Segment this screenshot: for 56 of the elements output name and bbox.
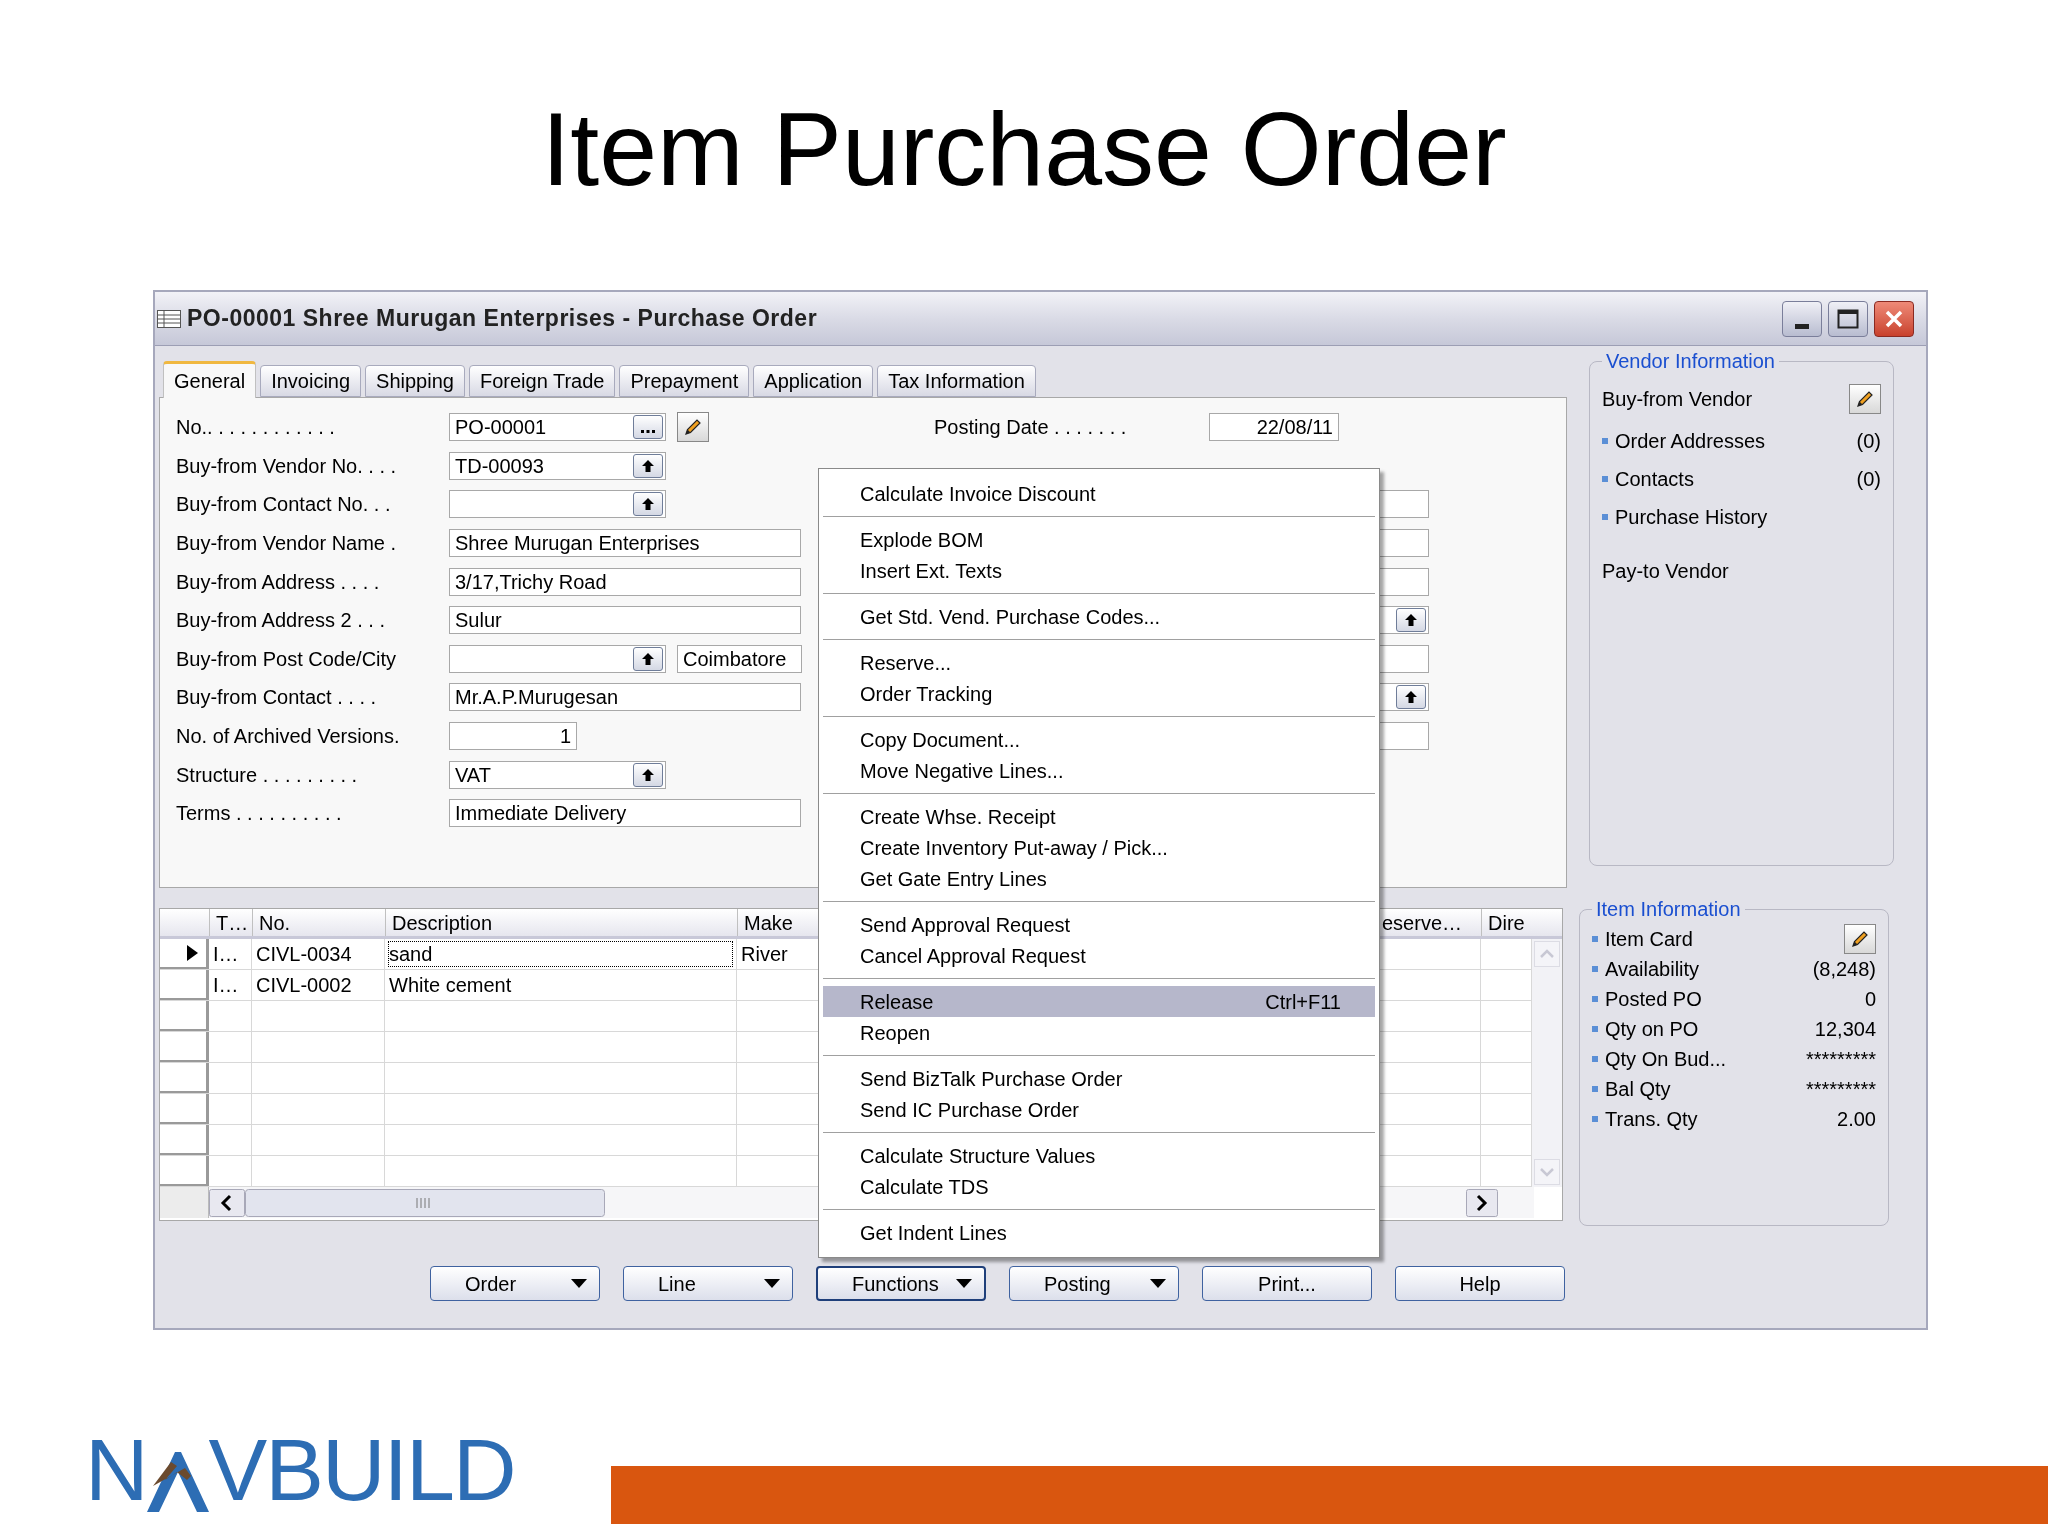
menu-item-label: Calculate TDS xyxy=(860,1174,989,1200)
field-label: Terms . . . . . . . . . . xyxy=(176,801,343,827)
menu-item-label: Get Indent Lines xyxy=(860,1220,1007,1246)
table-cell-text: I… xyxy=(213,973,239,998)
menu-item-label: Order Tracking xyxy=(860,681,993,707)
menu-item-label: Calculate Structure Values xyxy=(860,1143,1096,1169)
menu-item-label: Cancel Approval Request xyxy=(860,943,1086,969)
panel-title: Vendor Information xyxy=(1605,349,1776,374)
menu-item-label: Explode BOM xyxy=(860,527,984,553)
info-value: ********* xyxy=(1805,1047,1876,1072)
menu-item-label: Get Std. Vend. Purchase Codes... xyxy=(860,604,1161,630)
slide-title: Item Purchase Order xyxy=(541,92,1507,207)
field-label: Buy-from Contact No. . . xyxy=(176,492,392,518)
field-label: No. of Archived Versions. xyxy=(176,724,401,750)
field-label: Buy-from Address . . . . xyxy=(176,569,381,595)
shortcut-label: Ctrl+F11 xyxy=(1265,989,1341,1015)
table-cell: sand xyxy=(389,942,732,966)
info-value: 0 xyxy=(1864,987,1876,1012)
menu-item-label: Copy Document... xyxy=(860,727,1021,753)
menu-item-label: Get Gate Entry Lines xyxy=(860,866,1047,892)
menu-item-label: Reopen xyxy=(860,1020,931,1046)
info-value: 12,304 xyxy=(1814,1017,1876,1042)
menu-item-label: Insert Ext. Texts xyxy=(860,558,1002,584)
menu-item-label: Release xyxy=(860,989,934,1015)
table-cell-text: CIVL-0034 xyxy=(256,942,352,967)
info-value: ********* xyxy=(1805,1077,1876,1102)
table-cell-text: I… xyxy=(213,942,239,967)
field-label: Buy-from Vendor No. . . . xyxy=(176,453,398,479)
window-title: PO-00001 Shree Murugan Enterprises - Purchase Order xyxy=(187,304,818,334)
field-label: Buy-from Post Code/City xyxy=(176,646,398,672)
menu-item-label: Reserve... xyxy=(860,650,952,676)
field-label: Buy-from Vendor Name . xyxy=(176,531,398,557)
panel-title: Item Information xyxy=(1595,897,1742,922)
menu-item-label: Move Negative Lines... xyxy=(860,758,1064,784)
table-cell-text: White cement xyxy=(389,973,512,998)
info-heading: Buy-from Vendor xyxy=(1602,387,1753,412)
menu-item-label: Send BizTalk Purchase Order xyxy=(860,1066,1123,1092)
logo-text: VBUILD xyxy=(208,1426,515,1514)
table-cell-text: CIVL-0002 xyxy=(256,973,352,998)
field-label: Structure . . . . . . . . . xyxy=(176,762,359,788)
field-label: Posting Date . . . . . . . xyxy=(934,415,1128,441)
info-heading: Pay-to Vendor xyxy=(1602,559,1729,584)
menu-item-label: Send Approval Request xyxy=(860,912,1071,938)
info-value: (0) xyxy=(1856,429,1881,454)
menu-item-label: Create Inventory Put-away / Pick... xyxy=(860,835,1168,861)
menu-item-label: Create Whse. Receipt xyxy=(860,804,1056,830)
field-label: Buy-from Address 2 . . . xyxy=(176,608,386,634)
table-cell-text: River xyxy=(741,942,788,967)
field-label: No.. . . . . . . . . . . . xyxy=(176,415,336,441)
menu-item-label: Send IC Purchase Order xyxy=(860,1097,1079,1123)
info-value: (0) xyxy=(1856,467,1881,492)
menu-item-label: Calculate Invoice Discount xyxy=(860,481,1096,507)
info-value: 2.00 xyxy=(1837,1107,1876,1132)
info-value: (8,248) xyxy=(1812,957,1876,982)
logo-text: N xyxy=(85,1426,147,1514)
field-label: Buy-from Contact . . . . xyxy=(176,685,378,711)
